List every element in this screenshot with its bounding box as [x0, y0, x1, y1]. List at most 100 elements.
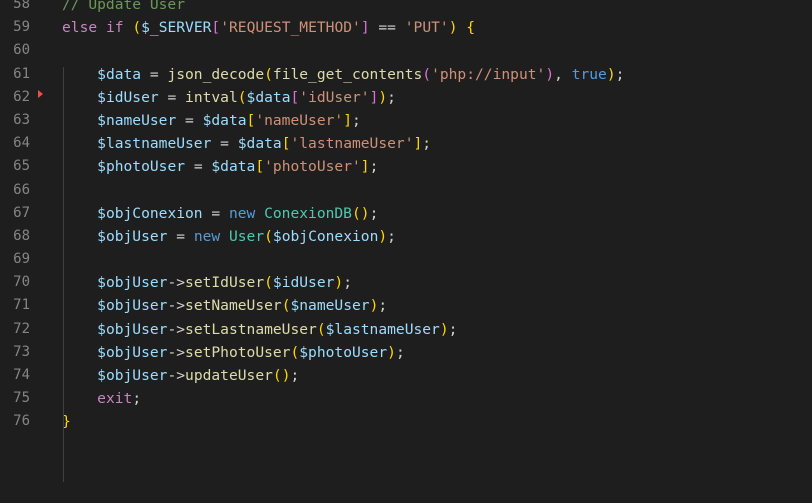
code-token: == [369, 19, 405, 37]
code-token: User [228, 227, 265, 245]
line-number: 75 [13, 390, 30, 407]
code-line[interactable]: 73 $objUser->setPhotoUser($photoUser); [0, 341, 812, 364]
line-number: 68 [13, 227, 30, 244]
code-token: ) [378, 227, 388, 245]
code-token: 'photoUser' [264, 158, 361, 176]
code-text: $objUser->setNameUser($nameUser); [62, 294, 387, 317]
code-line[interactable]: 61 $data = json_decode(file_get_contents… [0, 63, 812, 86]
code-line[interactable]: 68 $objUser = new User($objConexion); [0, 225, 812, 248]
code-token: exit [97, 390, 133, 408]
code-line[interactable]: 76} [0, 410, 812, 433]
code-token: $objUser [97, 320, 168, 338]
code-line[interactable]: 74 $objUser->updateUser(); [0, 364, 812, 387]
code-line[interactable]: 71 $objUser->setNameUser($nameUser); [0, 294, 812, 317]
code-token: -> [167, 343, 186, 361]
code-token: ; [343, 274, 353, 292]
code-token: = [141, 65, 168, 83]
code-line[interactable]: 63 $nameUser = $data['nameUser']; [0, 109, 812, 132]
code-line[interactable]: 70 $objUser->setIdUser($idUser); [0, 271, 812, 294]
code-token: new [228, 204, 256, 222]
code-text: else if ($_SERVER['REQUEST_METHOD'] == '… [62, 16, 475, 39]
code-token: new [193, 227, 221, 245]
code-line[interactable]: 75 exit; [0, 387, 812, 410]
code-text: $nameUser = $data['nameUser']; [62, 109, 361, 132]
code-token: $idUser [272, 274, 335, 292]
code-token: $_SERVER [141, 19, 212, 37]
code-token: = [158, 88, 186, 106]
code-token: { [466, 19, 476, 37]
line-number: 73 [13, 343, 30, 360]
code-text: $objUser->updateUser(); [62, 364, 299, 387]
code-token: = [211, 135, 238, 153]
code-token: ; [369, 158, 379, 176]
code-token: ) [387, 343, 396, 361]
code-token: $objUser [97, 343, 168, 361]
code-token: $photoUser [97, 158, 186, 176]
code-text: $photoUser = $data['photoUser']; [62, 155, 378, 178]
code-line[interactable]: 62 $idUser = intval($data['idUser']); [0, 86, 812, 109]
code-token: ( [272, 367, 282, 384]
line-number: 72 [13, 320, 30, 337]
code-token: ] [360, 19, 370, 37]
code-token: $nameUser [97, 111, 177, 129]
code-token: = [185, 158, 212, 176]
code-text: $objUser->setLastnameUser($lastnameUser)… [62, 318, 457, 341]
code-token: $data [237, 135, 282, 153]
code-token: ; [395, 343, 405, 361]
code-token: [ [211, 19, 221, 37]
code-token: -> [167, 297, 186, 315]
line-number: 71 [13, 297, 30, 314]
code-token: ; [352, 111, 361, 129]
code-token: ( [422, 65, 432, 83]
code-token: $data [202, 111, 247, 129]
code-line[interactable]: 69 [0, 248, 812, 271]
code-line[interactable]: 60 [0, 39, 812, 62]
code-token: file_get_contents [272, 65, 423, 83]
code-line[interactable]: 59 else if ($_SERVER['REQUEST_METHOD'] ==… [0, 16, 812, 39]
code-token: intval [185, 88, 238, 106]
code-editor[interactable]: 58// Update User 59 else if ($_SERVER['REQ… [0, 0, 812, 503]
code-line[interactable]: 66 [0, 179, 812, 202]
code-token: ( [351, 204, 361, 222]
code-token: $objConexion [272, 227, 379, 245]
code-token: 'lastnameUser' [290, 135, 414, 153]
indent-guide [63, 67, 64, 483]
code-token: $lastnameUser [97, 135, 212, 153]
code-token: json_decode [167, 65, 265, 83]
code-token: ( [264, 274, 273, 292]
code-token: ( [237, 88, 247, 106]
code-token: $lastnameUser [325, 320, 440, 338]
line-number: 60 [13, 42, 30, 59]
code-token: ) [545, 65, 555, 83]
code-token: 'idUser' [299, 88, 370, 106]
code-token: -> [167, 274, 186, 292]
code-line[interactable]: 58 // Update User [0, 0, 812, 16]
code-token: ; [369, 204, 379, 222]
code-token: [ [246, 111, 256, 129]
breakpoint-arrow-icon[interactable] [38, 90, 43, 98]
code-line[interactable]: 64 $lastnameUser = $data['lastnameUser']… [0, 132, 812, 155]
code-token: 'REQUEST_METHOD' [220, 19, 361, 37]
code-token: ] [413, 135, 423, 153]
line-number: 64 [13, 135, 30, 152]
code-line[interactable]: 65 $photoUser = $data['photoUser']; [0, 155, 812, 178]
code-token: // Update User [62, 0, 186, 13]
code-token: $objUser [97, 367, 168, 384]
code-line[interactable]: 72 $objUser->setLastnameUser($lastnameUs… [0, 318, 812, 341]
line-number: 62 [13, 88, 30, 105]
code-line[interactable]: 67 $objConexion = new ConexionDB(); [0, 202, 812, 225]
line-number: 69 [13, 251, 30, 268]
line-number: 63 [13, 111, 30, 128]
code-token: ] [343, 111, 352, 129]
